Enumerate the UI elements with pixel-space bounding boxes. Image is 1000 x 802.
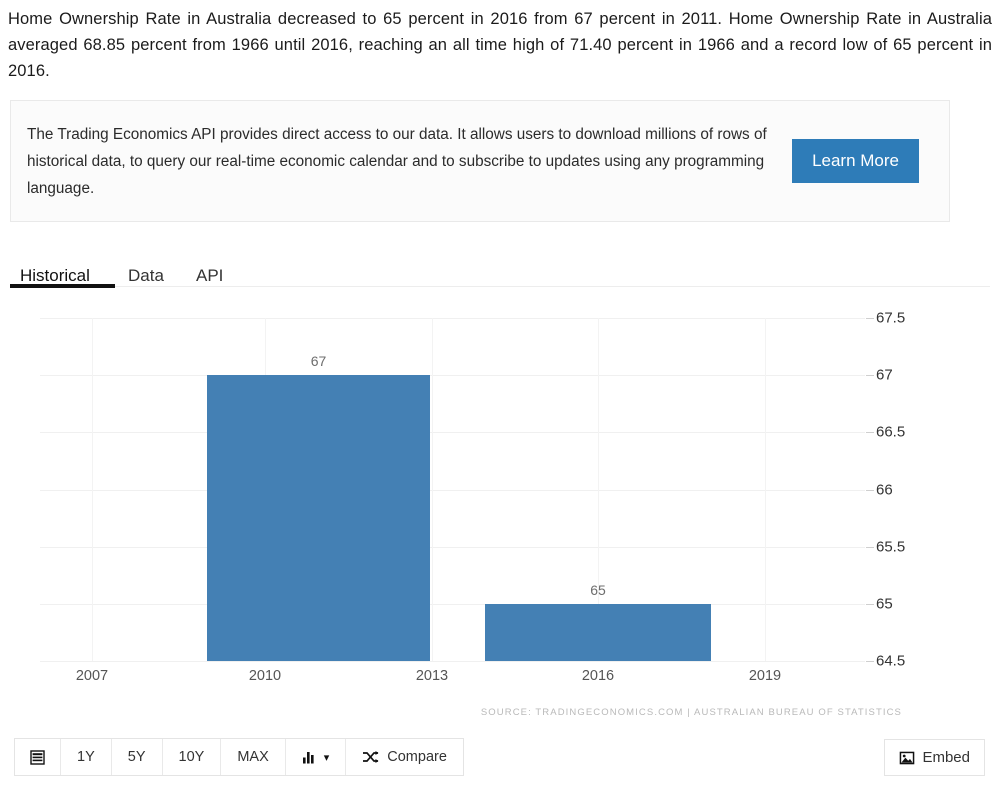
y-axis-label: 64.5 xyxy=(876,652,906,670)
y-axis-tick xyxy=(866,603,874,605)
y-axis-label: 66 xyxy=(876,481,893,498)
tab-api[interactable]: API xyxy=(194,266,225,286)
chart-plot-area: 67 65 xyxy=(40,318,865,662)
y-gridline xyxy=(40,546,865,548)
tab-historical[interactable]: Historical xyxy=(18,266,92,286)
list-view-button[interactable] xyxy=(15,739,61,775)
y-axis-label: 67 xyxy=(876,366,893,384)
y-axis-label: 65 xyxy=(876,595,893,613)
y-axis-tick xyxy=(866,489,874,491)
bar-value-label: 67 xyxy=(310,353,327,370)
x-axis-label: 2013 xyxy=(415,668,449,684)
x-gridline xyxy=(432,318,433,661)
active-tab-indicator xyxy=(10,284,115,288)
range-max-button[interactable]: MAX xyxy=(221,739,286,775)
x-axis-label: 2010 xyxy=(248,668,282,684)
chart-bar[interactable] xyxy=(207,375,430,661)
chevron-down-icon: ▾ xyxy=(323,751,330,764)
list-icon xyxy=(30,749,45,765)
range-10y-button[interactable]: 10Y xyxy=(162,739,222,775)
embed-button[interactable]: Embed xyxy=(884,739,985,776)
y-axis-label: 67.5 xyxy=(876,309,906,327)
api-promo-banner: The Trading Economics API provides direc… xyxy=(10,100,950,222)
bar-value-label: 65 xyxy=(590,581,606,598)
x-gridline xyxy=(92,318,93,661)
learn-more-button[interactable]: Learn More xyxy=(792,139,919,183)
tab-divider xyxy=(10,286,990,287)
y-axis-tick xyxy=(866,432,874,434)
summary-paragraph: Home Ownership Rate in Australia decreas… xyxy=(8,10,992,80)
bar-chart-icon xyxy=(302,750,318,764)
embed-label: Embed xyxy=(922,749,970,766)
page-root: Home Ownership Rate in Australia decreas… xyxy=(0,0,1000,802)
y-axis-label: 65.5 xyxy=(876,538,906,556)
y-axis-tick xyxy=(866,375,874,377)
y-axis-tick xyxy=(866,661,874,662)
y-axis-tick xyxy=(866,546,874,548)
compare-button[interactable]: Compare xyxy=(346,739,463,775)
y-gridline xyxy=(40,318,865,319)
y-axis-label: 66.5 xyxy=(876,423,906,441)
image-icon xyxy=(899,751,915,765)
compare-label: Compare xyxy=(387,749,447,765)
range-1y-button[interactable]: 1Y xyxy=(61,739,112,775)
y-gridline xyxy=(40,489,865,491)
x-axis-label: 2016 xyxy=(581,668,615,684)
y-gridline xyxy=(40,661,865,662)
x-axis-label: 2007 xyxy=(75,668,109,684)
tab-data[interactable]: Data xyxy=(126,266,166,286)
api-promo-text: The Trading Economics API provides direc… xyxy=(27,125,767,197)
x-axis-label: 2019 xyxy=(748,668,782,684)
chart-bar[interactable] xyxy=(485,603,711,661)
y-gridline xyxy=(40,375,865,377)
tab-bar: Historical Data API xyxy=(0,240,1000,296)
chart-container: 67 65 67.5 67 66.5 66 65.5 65 64.5 2007 2010 2013 2… xyxy=(0,300,1000,730)
chart-type-dropdown[interactable]: ▾ xyxy=(285,739,347,775)
y-gridline xyxy=(40,603,865,605)
range-5y-button[interactable]: 5Y xyxy=(111,739,163,775)
y-axis-tick xyxy=(866,318,874,319)
chart-toolbar: 1Y 5Y 10Y MAX ▾ Compare xyxy=(14,738,464,776)
y-gridline xyxy=(40,432,865,434)
shuffle-icon xyxy=(362,750,379,764)
x-gridline xyxy=(765,318,766,661)
chart-source-note: SOURCE: TRADINGECONOMICS.COM | AUSTRALIA… xyxy=(480,707,902,718)
